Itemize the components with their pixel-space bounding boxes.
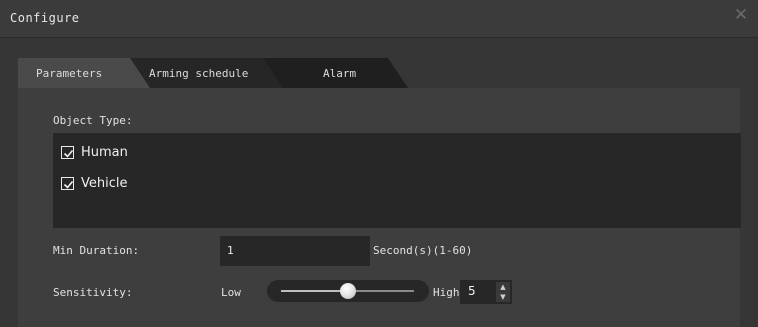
sensitivity-slider[interactable]: [267, 280, 429, 302]
object-type-list: Human Vehicle: [53, 133, 741, 228]
tab-arming-schedule-label: Arming schedule: [149, 67, 249, 80]
sensitivity-high-label: High: [433, 286, 460, 299]
object-type-human[interactable]: Human: [61, 143, 128, 161]
min-duration-hint: Second(s)(1-60): [373, 244, 473, 257]
dialog-title: Configure: [10, 11, 80, 25]
tab-parameters-label: Parameters: [36, 67, 103, 80]
min-duration-input[interactable]: [220, 236, 370, 266]
human-checkbox[interactable]: [61, 145, 74, 159]
tab-bar: Alarm Arming schedule Parameters: [18, 58, 418, 88]
close-icon[interactable]: ✕: [732, 6, 750, 24]
slider-thumb[interactable]: [339, 283, 356, 299]
checkmark-icon: [63, 149, 74, 158]
human-label: Human: [81, 144, 128, 160]
caret-down-icon[interactable]: ▼: [496, 292, 510, 302]
slider-fill: [281, 290, 348, 292]
sensitivity-spinbox[interactable]: 5 ▲ ▼: [460, 280, 512, 304]
caret-up-icon[interactable]: ▲: [496, 282, 510, 292]
sensitivity-value: 5: [468, 284, 476, 298]
min-duration-label: Min Duration:: [53, 244, 140, 257]
object-type-label: Object Type:: [53, 114, 133, 127]
vehicle-label: Vehicle: [81, 175, 128, 191]
checkmark-icon: [63, 180, 74, 189]
object-type-vehicle[interactable]: Vehicle: [61, 174, 128, 192]
configure-dialog: Configure ✕ Alarm Arming schedule Parame…: [0, 0, 758, 327]
spin-buttons: ▲ ▼: [496, 282, 510, 302]
tab-parameters[interactable]: Parameters: [18, 58, 158, 88]
sensitivity-label: Sensitivity:: [53, 286, 133, 299]
sensitivity-low-label: Low: [221, 286, 241, 299]
tab-alarm-label: Alarm: [323, 67, 357, 80]
vehicle-checkbox[interactable]: [61, 176, 74, 190]
title-bar: Configure ✕: [0, 0, 758, 38]
